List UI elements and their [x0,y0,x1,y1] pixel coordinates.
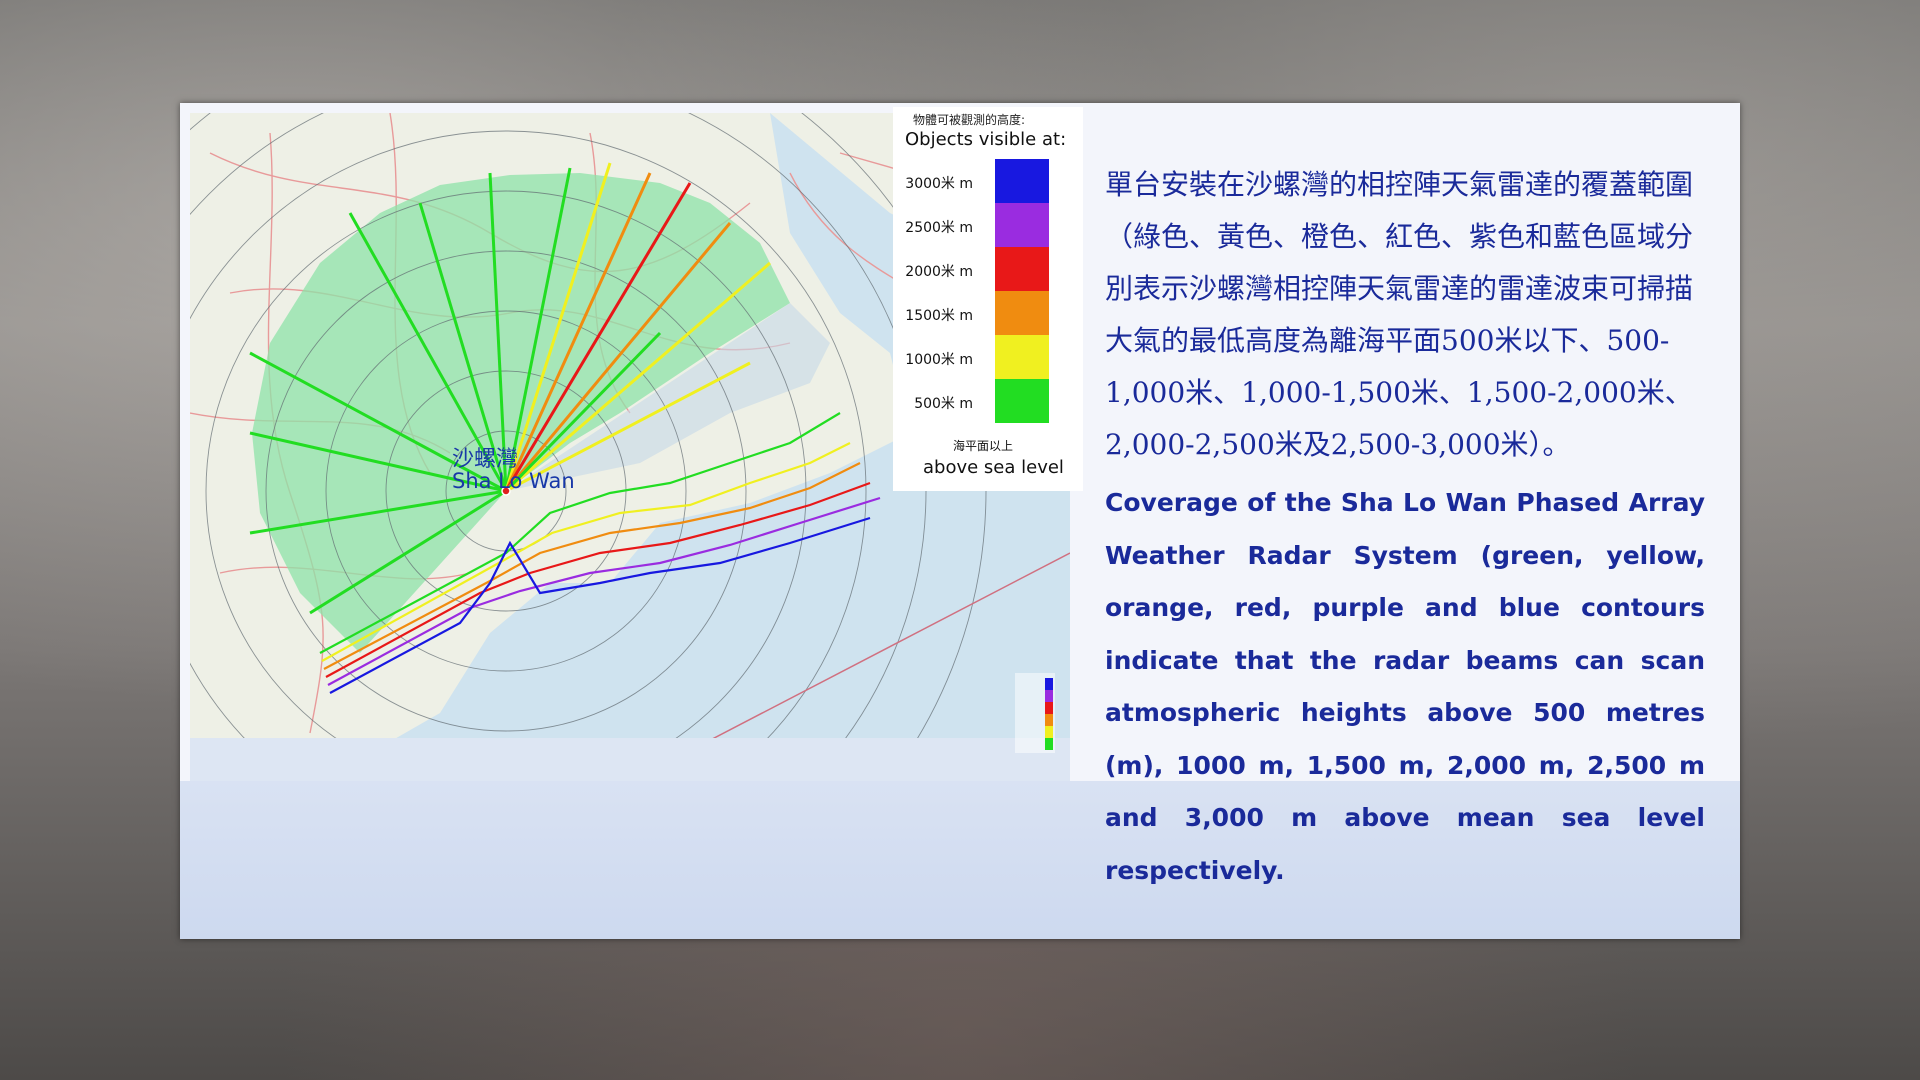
legend-swatch-green [995,379,1049,423]
map-bottom-fade [190,738,1070,781]
legend-item-1000: 1000米 m [893,335,1083,379]
description-chinese: 單台安裝在沙螺灣的相控陣天氣雷達的覆蓋範圍（綠色、黃色、橙色、紅色、紫色和藍色區… [1105,168,1694,461]
legend-swatch-red [995,247,1049,291]
description-panel: 單台安裝在沙螺灣的相控陣天氣雷達的覆蓋範圍（綠色、黃色、橙色、紅色、紫色和藍色區… [1105,159,1705,897]
presentation-slide: 沙螺灣 Sha Lo Wan 物體可被觀測的高度: Objects visibl… [180,103,1740,939]
legend-swatch-orange [995,291,1049,335]
mini-legend [1015,673,1055,753]
legend-item-label: 1000米 m [905,352,973,368]
legend-item-1500: 1500米 m [893,291,1083,335]
legend-swatch-blue [995,159,1049,203]
legend-footer-en: above sea level [923,457,1064,478]
legend-item-label: 1500米 m [905,308,973,324]
legend-item-500: 500米 m [893,379,1083,423]
legend-swatch-purple [995,203,1049,247]
legend-item-3000: 3000米 m [893,159,1083,203]
legend-title-cn: 物體可被觀測的高度: [913,113,1026,127]
legend-footer-cn: 海平面以上 [953,439,1014,453]
legend-title-en: Objects visible at: [905,129,1067,150]
legend-item-label: 500米 m [914,396,973,412]
legend-item-2000: 2000米 m [893,247,1083,291]
legend-item-2500: 2500米 m [893,203,1083,247]
height-legend: 物體可被觀測的高度: Objects visible at: 3000米 m 2… [893,107,1083,491]
legend-swatch-yellow [995,335,1049,379]
legend-item-label: 2000米 m [905,264,973,280]
legend-item-label: 3000米 m [905,176,973,192]
radar-site-label-en: Sha Lo Wan [452,469,575,493]
legend-item-label: 2500米 m [905,220,973,236]
description-english: Coverage of the Sha Lo Wan Phased Array … [1105,488,1705,885]
